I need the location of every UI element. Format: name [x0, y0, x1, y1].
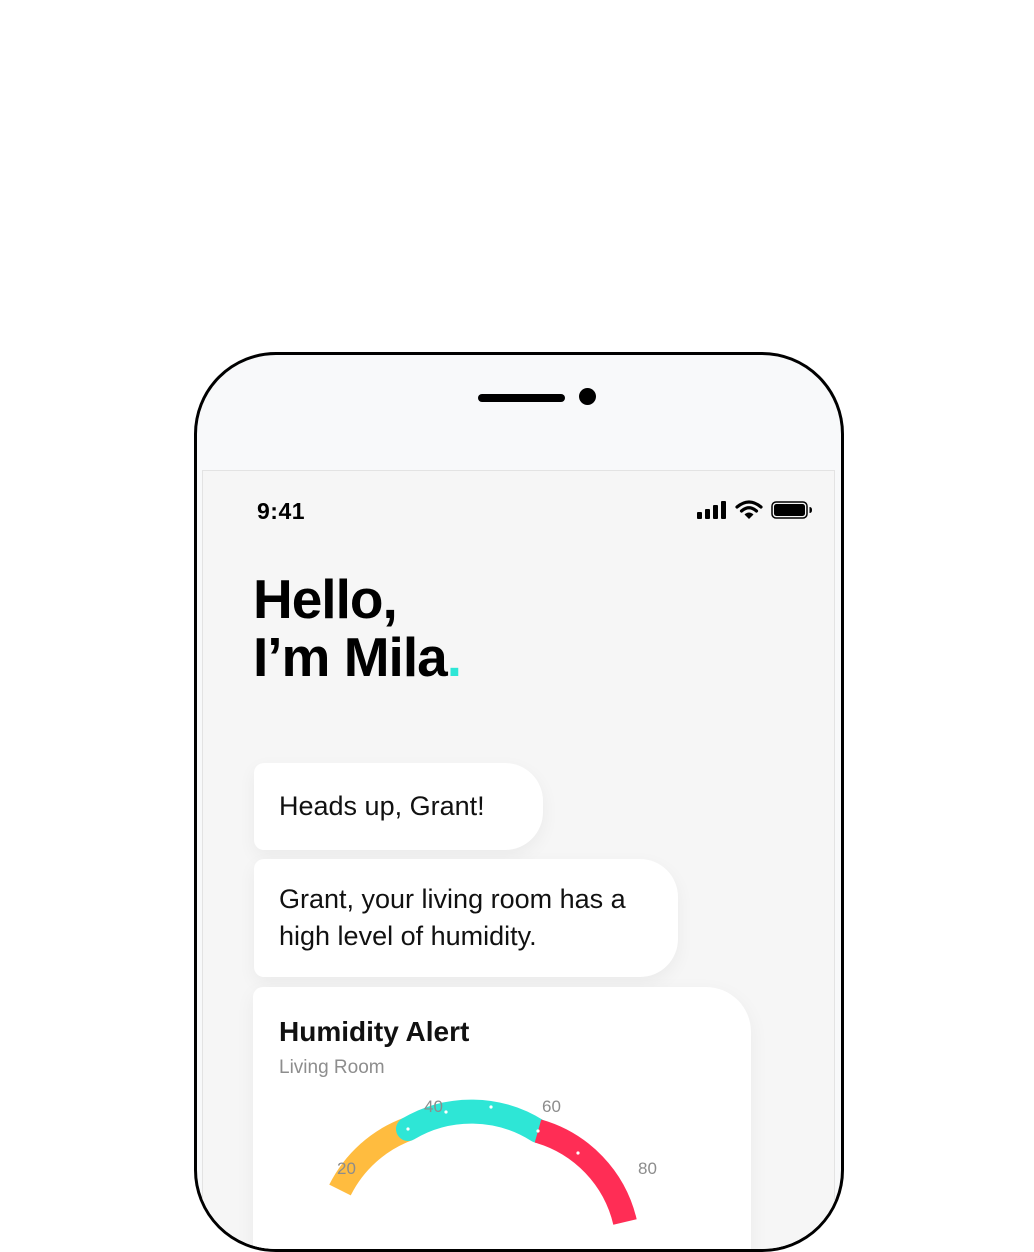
- battery-icon: [771, 501, 813, 524]
- accent-dot: .: [446, 626, 462, 688]
- greeting-title: Hello, I’m Mila.: [253, 568, 462, 688]
- humidity-gauge: [329, 1099, 637, 1226]
- wifi-icon: [735, 500, 763, 525]
- humidity-alert-card[interactable]: Humidity Alert Living Room 20 40 60 80: [253, 987, 751, 1249]
- gauge-segment-high: [534, 1119, 637, 1226]
- gauge-tick-40: 40: [424, 1097, 443, 1116]
- chat-bubble-humidity-message: Grant, your living room has a high level…: [254, 859, 678, 977]
- greeting-line-2: I’m Mila.: [253, 626, 462, 688]
- gauge-tick-60: 60: [542, 1097, 561, 1116]
- front-camera: [579, 388, 596, 405]
- gauge-tick-80: 80: [638, 1159, 657, 1178]
- cellular-signal-icon: [697, 501, 727, 524]
- greeting-line-1: Hello,: [253, 568, 398, 630]
- chat-bubble-heads-up: Heads up, Grant!: [254, 763, 543, 850]
- greeting-name: I’m Mila: [253, 626, 448, 688]
- app-screen: 9:41 Hello, I’m Mila. Heads up, Grant! G…: [202, 470, 835, 1249]
- speaker-grille: [478, 394, 565, 402]
- status-time: 9:41: [257, 498, 306, 524]
- phone-frame: 9:41 Hello, I’m Mila. Heads up, Grant! G…: [194, 352, 844, 1252]
- gauge-tick-20: 20: [337, 1159, 356, 1178]
